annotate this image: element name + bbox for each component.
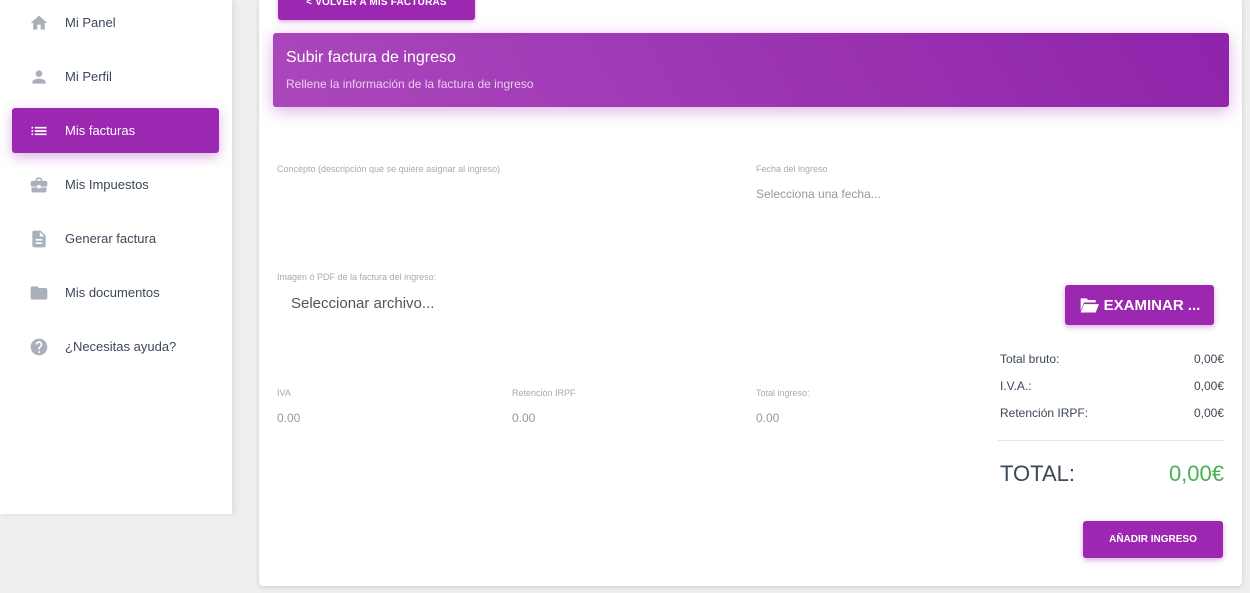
sidebar-item-label: Mis documentos — [65, 285, 160, 300]
total-value: 0,00€ — [1168, 461, 1224, 486]
summary-divider — [998, 440, 1224, 441]
concept-input[interactable] — [277, 180, 727, 204]
help-icon — [29, 337, 49, 357]
sidebar-item-ayuda[interactable]: ¿Necesitas ayuda? — [12, 324, 219, 369]
sidebar-item-label: Mis Impuestos — [65, 177, 149, 192]
iva-value: 0.00 — [277, 411, 301, 425]
date-label: Fecha del ingreso — [756, 164, 828, 174]
sidebar-item-label: Mi Perfil — [65, 69, 112, 84]
sidebar-item-label: ¿Necesitas ayuda? — [65, 339, 177, 354]
sidebar-item-mis-impuestos[interactable]: Mis Impuestos — [12, 162, 219, 207]
concept-label: Concepto (descripción que se quiere asig… — [277, 164, 501, 174]
date-input[interactable]: Selecciona una fecha... — [756, 187, 881, 201]
sidebar-item-label: Mis facturas — [65, 123, 136, 138]
sidebar: Mi Panel Mi Perfil Mis facturas Mis Impu… — [0, 0, 232, 514]
summary-iva-value: 0,00€ — [1193, 379, 1224, 393]
card-header: Subir factura de ingreso Rellene la info… — [273, 33, 1229, 107]
total-label: TOTAL: — [1000, 461, 1075, 486]
document-icon — [29, 229, 49, 249]
add-income-button[interactable]: AÑADIR INGRESO — [1083, 521, 1223, 558]
irpf-value: 0.00 — [512, 411, 536, 425]
sidebar-item-mis-documentos[interactable]: Mis documentos — [12, 270, 219, 315]
sidebar-item-mis-facturas[interactable]: Mis facturas — [12, 108, 219, 153]
file-input[interactable]: Seleccionar archivo... — [291, 295, 434, 312]
sidebar-item-label: Mi Panel — [65, 15, 116, 30]
sidebar-item-label: Generar factura — [65, 231, 157, 246]
browse-label: EXAMINAR ... — [1103, 296, 1201, 314]
person-icon — [29, 67, 49, 87]
summary-irpf-label: Retención IRPF: — [1000, 406, 1089, 420]
sidebar-item-mi-panel[interactable]: Mi Panel — [12, 0, 219, 45]
file-label: Imagen ó PDF de la factura del ingreso: — [277, 272, 437, 282]
total-income-value: 0.00 — [756, 411, 780, 425]
sidebar-item-generar-factura[interactable]: Generar factura — [12, 216, 219, 261]
summary-iva-label: I.V.A.: — [1000, 379, 1032, 393]
irpf-label: Retención IRPF — [512, 388, 576, 398]
browse-button[interactable]: EXAMINAR ... — [1065, 285, 1214, 325]
back-to-invoices-button[interactable]: < VOLVER A MIS FACTURAS — [278, 0, 475, 20]
gross-total-label: Total bruto: — [1000, 352, 1060, 366]
sidebar-item-mi-perfil[interactable]: Mi Perfil — [12, 54, 219, 99]
briefcase-icon — [29, 175, 49, 195]
page-subtitle: Rellene la información de la factura de … — [286, 77, 534, 91]
summary-irpf-value: 0,00€ — [1193, 406, 1224, 420]
page-title: Subir factura de ingreso — [286, 49, 456, 66]
iva-label: IVA — [277, 388, 291, 398]
total-income-label: Total ingreso: — [756, 388, 810, 398]
home-icon — [29, 13, 49, 33]
gross-total-value: 0,00€ — [1193, 352, 1224, 366]
list-icon — [29, 121, 49, 141]
folder-icon — [29, 283, 49, 303]
folder-open-icon — [1080, 298, 1099, 313]
